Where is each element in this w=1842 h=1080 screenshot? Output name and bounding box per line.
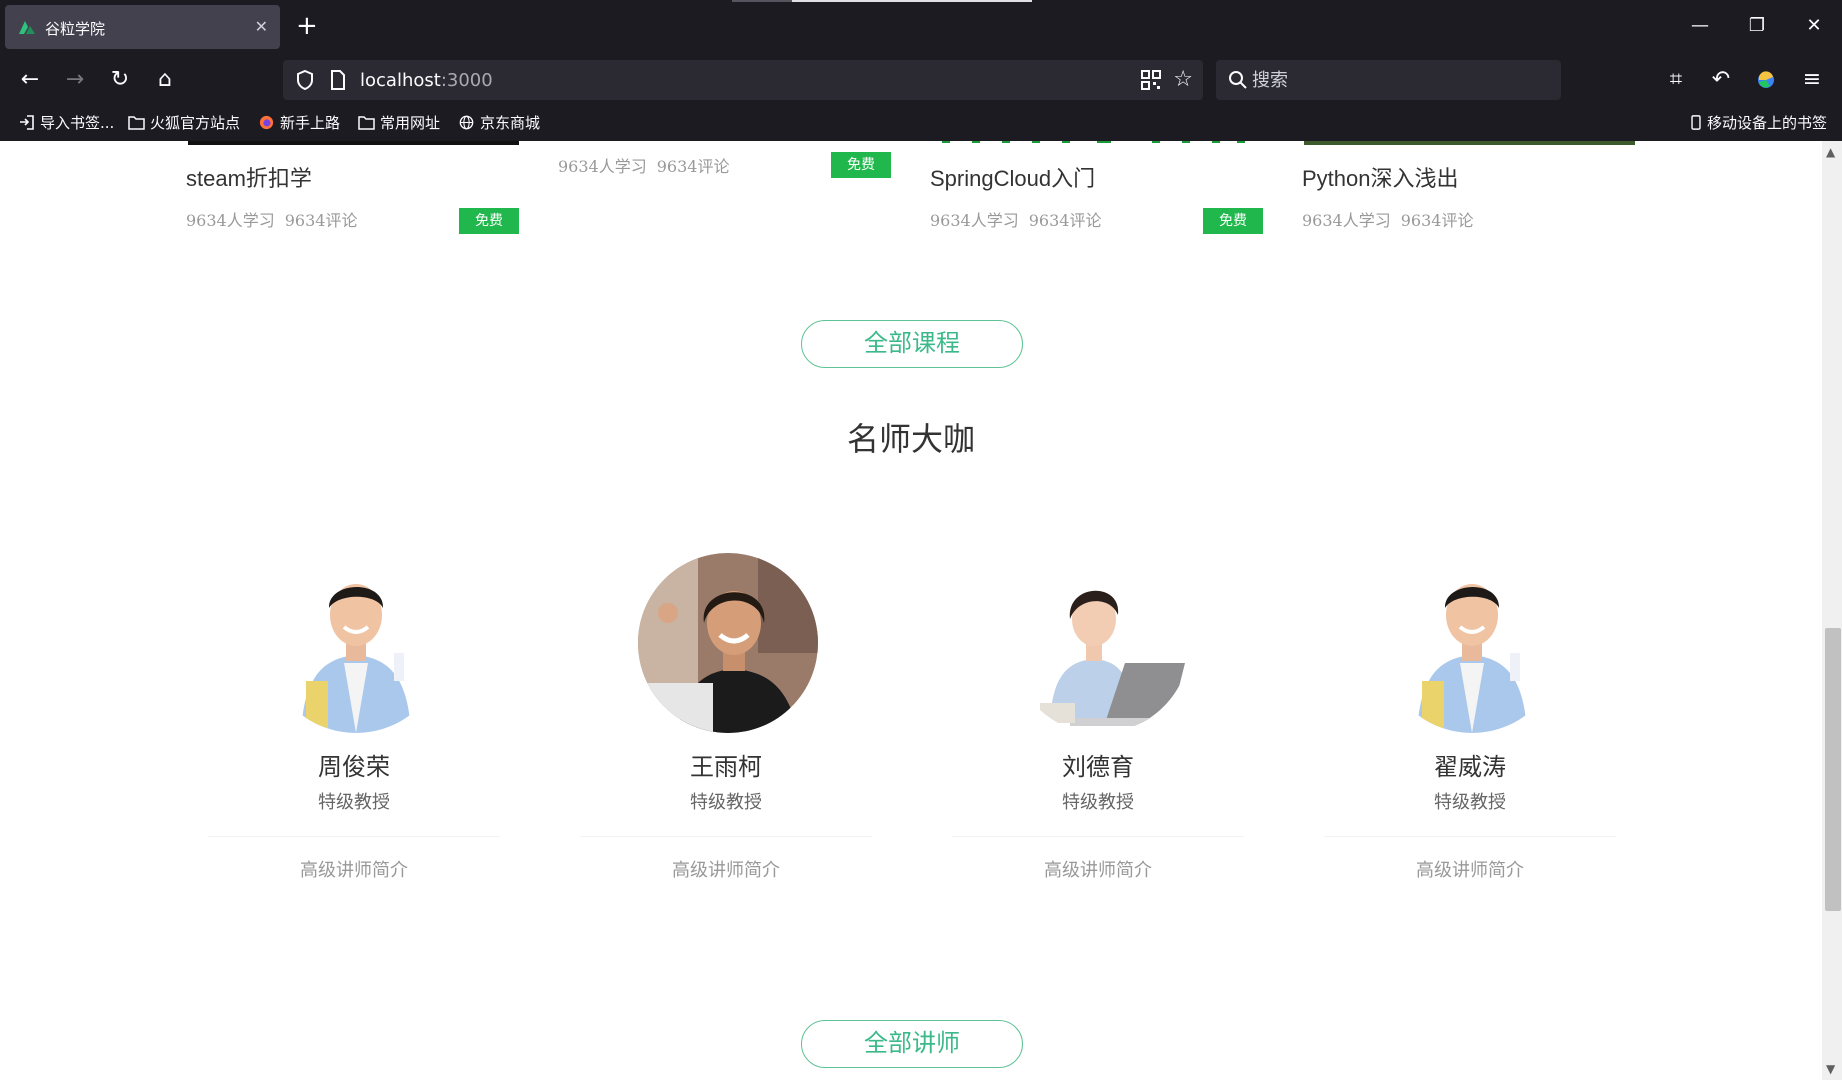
- course-thumbnail[interactable]: [932, 141, 1263, 147]
- search-icon: [1229, 71, 1247, 89]
- scrollbar-thumb[interactable]: [1825, 628, 1841, 911]
- course-meta: 9634人学习 9634评论: [1302, 211, 1474, 230]
- divider: [580, 836, 872, 837]
- teacher-name[interactable]: 周俊荣: [208, 747, 500, 782]
- site-logo-icon: [19, 21, 35, 34]
- bookmark-jd[interactable]: 京东商城: [458, 112, 540, 133]
- teacher-name[interactable]: 王雨柯: [580, 747, 872, 782]
- bookmark-mobile[interactable]: 移动设备上的书签: [1690, 112, 1827, 133]
- url-bar[interactable]: localhost:3000 ☆: [283, 60, 1203, 100]
- mobile-device-icon: [1691, 115, 1701, 130]
- course-thumbnail[interactable]: [1304, 141, 1635, 145]
- bookmark-star-icon[interactable]: ☆: [1173, 67, 1193, 92]
- teacher-intro: 高级讲师简介: [1416, 860, 1524, 881]
- qr-code-icon[interactable]: [1141, 70, 1161, 90]
- search-input[interactable]: [1252, 66, 1542, 94]
- teacher-card[interactable]: 翟威涛 特级教授 高级讲师简介: [1324, 553, 1616, 893]
- course-meta: 9634人学习 9634评论: [930, 211, 1102, 230]
- teacher-rank: 特级教授: [318, 792, 390, 813]
- bookmark-firefox-official[interactable]: 火狐官方站点: [128, 112, 240, 133]
- forward-button[interactable]: →: [59, 64, 91, 96]
- free-badge: 免费: [459, 208, 519, 234]
- restore-button[interactable]: ❐: [1737, 12, 1777, 40]
- extension-icon[interactable]: [1750, 64, 1782, 96]
- window-close-button[interactable]: ✕: [1794, 12, 1834, 40]
- url-text[interactable]: localhost:3000: [360, 70, 493, 91]
- reload-button[interactable]: ↻: [104, 64, 136, 96]
- scroll-down-icon[interactable]: ▼: [1826, 1062, 1835, 1076]
- teacher-rank: 特级教授: [1434, 792, 1506, 813]
- close-icon[interactable]: ✕: [255, 17, 268, 37]
- course-title[interactable]: Python深入浅出: [1302, 161, 1459, 193]
- tab-strip-indicator-active: [792, 0, 1032, 2]
- new-tab-button[interactable]: +: [296, 12, 318, 40]
- bookmarks-bar: 导入书签... 火狐官方站点 新手上路 常用网址 京东商城 移动设备上的书签: [0, 106, 1842, 141]
- divider: [1324, 836, 1616, 837]
- import-icon: [20, 115, 34, 130]
- course-meta: 9634人学习 9634评论: [186, 211, 358, 230]
- teacher-intro: 高级讲师简介: [300, 860, 408, 881]
- teacher-avatar[interactable]: [1382, 553, 1562, 733]
- teacher-rank: 特级教授: [690, 792, 762, 813]
- course-title[interactable]: SpringCloud入门: [930, 161, 1095, 193]
- course-title[interactable]: steam折扣学: [186, 161, 312, 193]
- menu-icon[interactable]: ≡: [1796, 64, 1828, 96]
- undo-icon[interactable]: ↶: [1705, 64, 1737, 96]
- teacher-name[interactable]: 刘德育: [952, 747, 1244, 782]
- firefox-icon: [259, 115, 274, 130]
- scroll-up-icon[interactable]: ▲: [1826, 145, 1835, 159]
- all-courses-button[interactable]: 全部课程: [801, 320, 1023, 368]
- tab-active[interactable]: 谷粒学院 ✕: [5, 5, 280, 49]
- minimize-button[interactable]: —: [1680, 12, 1720, 40]
- page-icon[interactable]: [329, 69, 347, 91]
- teacher-intro: 高级讲师简介: [672, 860, 780, 881]
- teacher-avatar[interactable]: [1010, 553, 1190, 733]
- browser-chrome: 谷粒学院 ✕ + — ❐ ✕ ← → ↻ ⌂ localhost:3000 ☆ …: [0, 0, 1842, 141]
- bookmark-getting-started[interactable]: 新手上路: [258, 112, 340, 133]
- teacher-card[interactable]: 刘德育 特级教授 高级讲师简介: [952, 553, 1244, 893]
- free-badge: 免费: [831, 152, 891, 178]
- free-badge: 免费: [1203, 208, 1263, 234]
- tab-title: 谷粒学院: [45, 20, 106, 38]
- bookmark-import[interactable]: 导入书签...: [18, 112, 114, 133]
- teacher-card[interactable]: 王雨柯 特级教授 高级讲师简介: [580, 553, 872, 893]
- teacher-name[interactable]: 翟威涛: [1324, 747, 1616, 782]
- vertical-scrollbar[interactable]: ▲ ▼: [1822, 141, 1842, 1080]
- back-button[interactable]: ←: [14, 64, 46, 96]
- folder-icon: [128, 116, 145, 130]
- tab-bar: 谷粒学院 ✕ + — ❐ ✕: [0, 0, 1842, 56]
- globe-icon: [459, 115, 474, 130]
- course-thumbnail[interactable]: [188, 141, 519, 145]
- page-viewport: steam折扣学 9634人学习 9634评论 免费 9634人学习 9634评论 …: [0, 141, 1842, 1080]
- nav-bar: ← → ↻ ⌂ localhost:3000 ☆ 搜索 ⌗ ↶ ≡: [0, 56, 1842, 106]
- folder-icon: [358, 116, 375, 130]
- crop-icon[interactable]: ⌗: [1660, 64, 1692, 96]
- teacher-rank: 特级教授: [1062, 792, 1134, 813]
- search-bar[interactable]: [1216, 60, 1561, 100]
- divider: [208, 836, 500, 837]
- teacher-card[interactable]: 周俊荣 特级教授 高级讲师简介: [208, 553, 500, 893]
- teacher-avatar[interactable]: [638, 553, 818, 733]
- divider: [952, 836, 1244, 837]
- section-title: 名师大咖: [846, 421, 975, 457]
- teacher-intro: 高级讲师简介: [1044, 860, 1152, 881]
- shield-icon[interactable]: [295, 69, 315, 91]
- all-teachers-button[interactable]: 全部讲师: [801, 1020, 1023, 1068]
- bookmark-common-sites[interactable]: 常用网址: [358, 112, 440, 133]
- home-button[interactable]: ⌂: [149, 64, 181, 96]
- course-meta: 9634人学习 9634评论: [558, 157, 730, 176]
- teacher-avatar[interactable]: [266, 553, 446, 733]
